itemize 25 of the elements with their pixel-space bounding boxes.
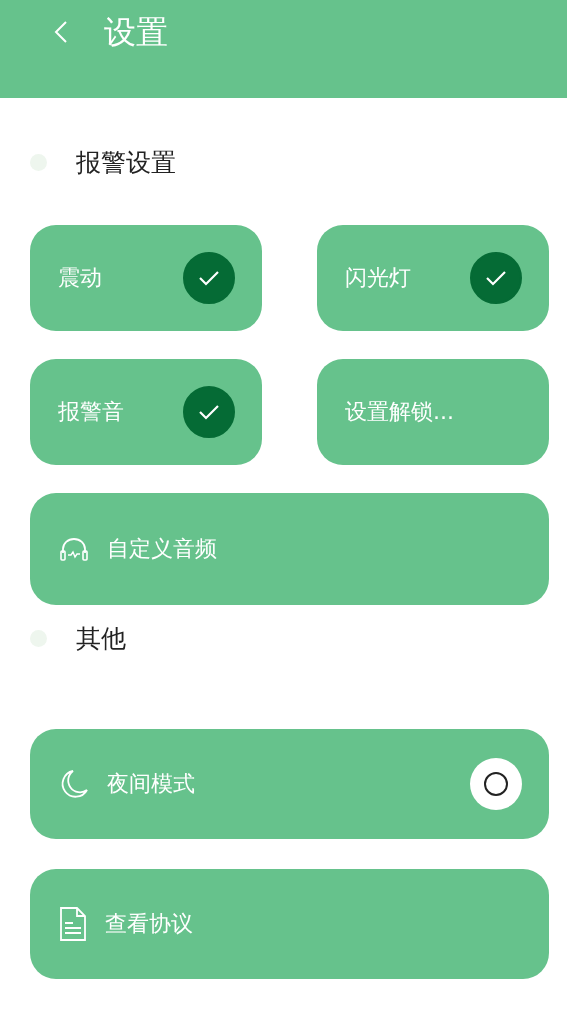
section-title: 其他 (76, 622, 126, 655)
section-title: 报警设置 (76, 146, 176, 179)
setting-row[interactable]: 夜间模式 (30, 729, 549, 839)
tile-label: 设置解锁... (345, 398, 454, 426)
setting-tile[interactable]: 闪光灯 (317, 225, 549, 331)
page-title: 设置 (104, 19, 168, 45)
checkbox[interactable] (183, 386, 235, 438)
headphones-icon (59, 537, 89, 561)
setting-tile[interactable]: 设置解锁... (317, 359, 549, 465)
tile-label: 报警音 (58, 398, 124, 426)
row-label: 夜间模式 (107, 770, 196, 798)
row-label: 自定义音频 (107, 535, 218, 563)
custom-audio-row[interactable]: 自定义音频 (30, 493, 549, 605)
back-icon[interactable] (54, 20, 68, 44)
tile-label: 震动 (58, 264, 102, 292)
setting-tile[interactable]: 报警音 (30, 359, 262, 465)
row-label: 查看协议 (105, 910, 194, 938)
moon-icon (59, 768, 89, 800)
document-icon (59, 907, 87, 941)
setting-tile[interactable]: 震动 (30, 225, 262, 331)
tile-label: 闪光灯 (345, 264, 411, 292)
toggle-switch[interactable] (470, 758, 522, 810)
checkbox[interactable] (183, 252, 235, 304)
setting-row[interactable]: 查看协议 (30, 869, 549, 979)
checkbox[interactable] (470, 252, 522, 304)
